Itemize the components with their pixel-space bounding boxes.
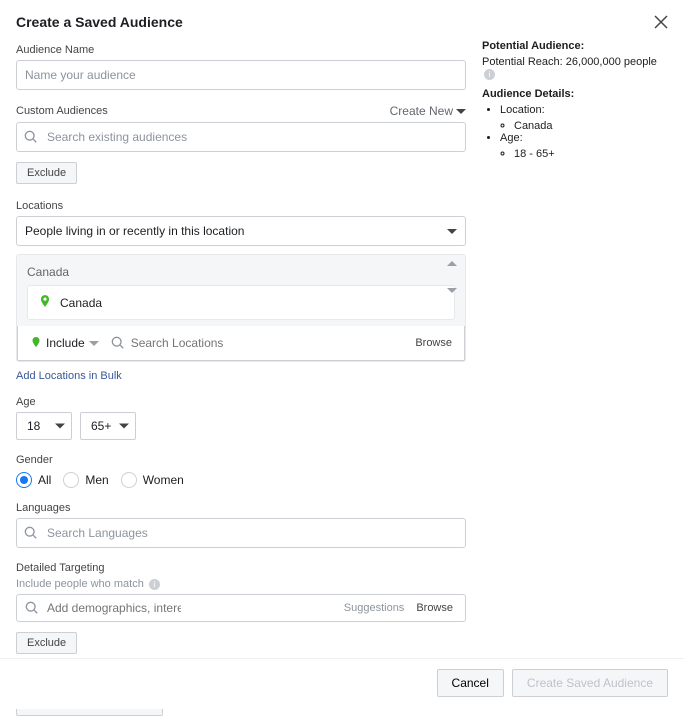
gender-option-all[interactable]: All (16, 472, 51, 488)
info-icon[interactable]: i (149, 579, 160, 590)
dialog-title: Create a Saved Audience (16, 14, 183, 30)
gender-option-label: All (38, 473, 51, 487)
search-icon (25, 601, 39, 615)
gender-option-women[interactable]: Women (121, 472, 184, 488)
radio-icon (16, 472, 32, 488)
radio-icon (63, 472, 79, 488)
locations-type-select[interactable]: People living in or recently in this loc… (16, 216, 466, 246)
close-icon[interactable] (654, 15, 668, 29)
add-locations-bulk-link[interactable]: Add Locations in Bulk (16, 370, 122, 382)
detail-age-value: 18 - 65+ (514, 148, 668, 160)
locations-type-value: People living in or recently in this loc… (25, 224, 244, 238)
location-item-label: Canada (60, 296, 102, 310)
age-min-value: 18 (27, 419, 40, 433)
potential-reach-label: Potential Reach: (482, 56, 566, 68)
chevron-down-icon (119, 424, 129, 429)
custom-audiences-search[interactable] (16, 122, 466, 152)
location-item[interactable]: Canada (27, 285, 455, 320)
location-group-header: Canada Canada (17, 255, 465, 326)
chevron-down-icon (456, 109, 466, 114)
search-icon (24, 130, 38, 144)
map-pin-icon (30, 336, 42, 351)
chevron-down-icon (55, 424, 65, 429)
gender-option-label: Men (85, 473, 108, 487)
create-new-dropdown[interactable]: Create New (390, 104, 466, 118)
age-min-select[interactable]: 18 (16, 412, 72, 440)
potential-audience-title: Potential Audience: (482, 40, 584, 52)
chevron-down-icon[interactable] (447, 288, 457, 293)
exclude-audiences-button[interactable]: Exclude (16, 162, 77, 184)
age-max-value: 65+ (91, 419, 111, 433)
radio-icon (121, 472, 137, 488)
gender-option-men[interactable]: Men (63, 472, 108, 488)
chevron-down-icon (447, 229, 457, 234)
age-label: Age (16, 396, 466, 408)
custom-audiences-label: Custom Audiences (16, 105, 108, 117)
include-label: Include (46, 336, 85, 350)
languages-search-input[interactable] (16, 518, 466, 548)
targeting-search-input[interactable] (25, 601, 181, 615)
targeting-browse-button[interactable]: Browse (412, 602, 457, 614)
detail-location: Location: Canada (500, 104, 668, 132)
locations-label: Locations (16, 200, 466, 212)
targeting-label: Detailed Targeting (16, 562, 466, 574)
audience-details-title: Audience Details: (482, 88, 574, 100)
detail-location-value: Canada (514, 120, 668, 132)
search-icon (24, 526, 38, 540)
exclude-targeting-button[interactable]: Exclude (16, 632, 77, 654)
potential-reach-value: 26,000,000 people (566, 56, 657, 68)
create-new-label: Create New (390, 104, 453, 118)
gender-label: Gender (16, 454, 466, 466)
detail-age: Age: 18 - 65+ (500, 132, 668, 160)
audience-name-input[interactable] (16, 60, 466, 90)
search-icon (111, 336, 125, 350)
chevron-up-icon[interactable] (447, 261, 457, 266)
chevron-down-icon (89, 341, 99, 346)
info-icon[interactable]: i (484, 69, 495, 80)
cancel-button[interactable]: Cancel (437, 669, 504, 697)
audience-name-label: Audience Name (16, 44, 466, 56)
create-saved-audience-button[interactable]: Create Saved Audience (512, 669, 668, 697)
locations-search-input[interactable] (109, 332, 271, 354)
gender-option-label: Women (143, 473, 184, 487)
location-group-label: Canada (27, 265, 69, 279)
languages-label: Languages (16, 502, 466, 514)
targeting-sub-label: Include people who match (16, 578, 144, 590)
map-pin-icon (38, 294, 52, 311)
locations-browse-button[interactable]: Browse (411, 337, 456, 349)
suggestions-button[interactable]: Suggestions (344, 602, 405, 614)
age-max-select[interactable]: 65+ (80, 412, 136, 440)
include-dropdown[interactable]: Include (26, 334, 103, 353)
